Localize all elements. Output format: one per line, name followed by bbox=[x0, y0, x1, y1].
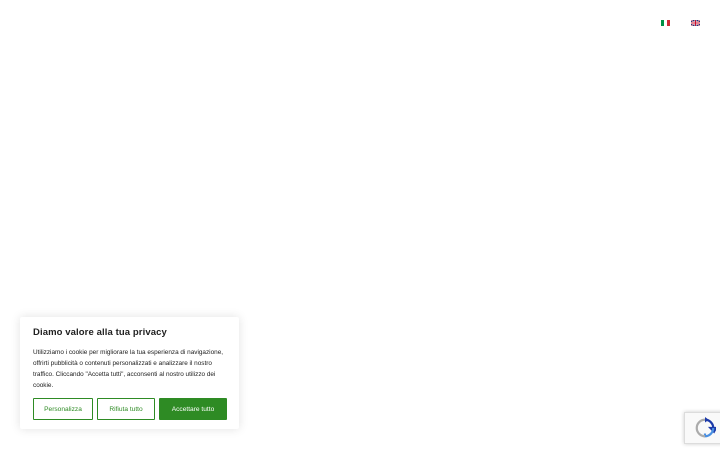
cookie-banner-title: Diamo valore alla tua privacy bbox=[33, 327, 167, 338]
cookie-button-row: Personalizza Rifiuta tutto Accettare tut… bbox=[33, 398, 227, 420]
reject-all-button[interactable]: Rifiuta tutto bbox=[97, 398, 155, 420]
recaptcha-badge[interactable] bbox=[684, 412, 720, 444]
italy-flag-icon bbox=[661, 20, 670, 26]
cookie-consent-banner: Diamo valore alla tua privacy Utilizziam… bbox=[20, 317, 239, 429]
language-italian-link[interactable] bbox=[661, 20, 670, 26]
customize-button[interactable]: Personalizza bbox=[33, 398, 93, 420]
uk-flag-icon bbox=[691, 20, 700, 26]
accept-all-button[interactable]: Accettare tutto bbox=[159, 398, 227, 420]
cookie-banner-text: Utilizziamo i cookie per migliorare la t… bbox=[33, 349, 224, 389]
language-english-link[interactable] bbox=[691, 20, 700, 26]
recaptcha-icon bbox=[695, 417, 716, 438]
